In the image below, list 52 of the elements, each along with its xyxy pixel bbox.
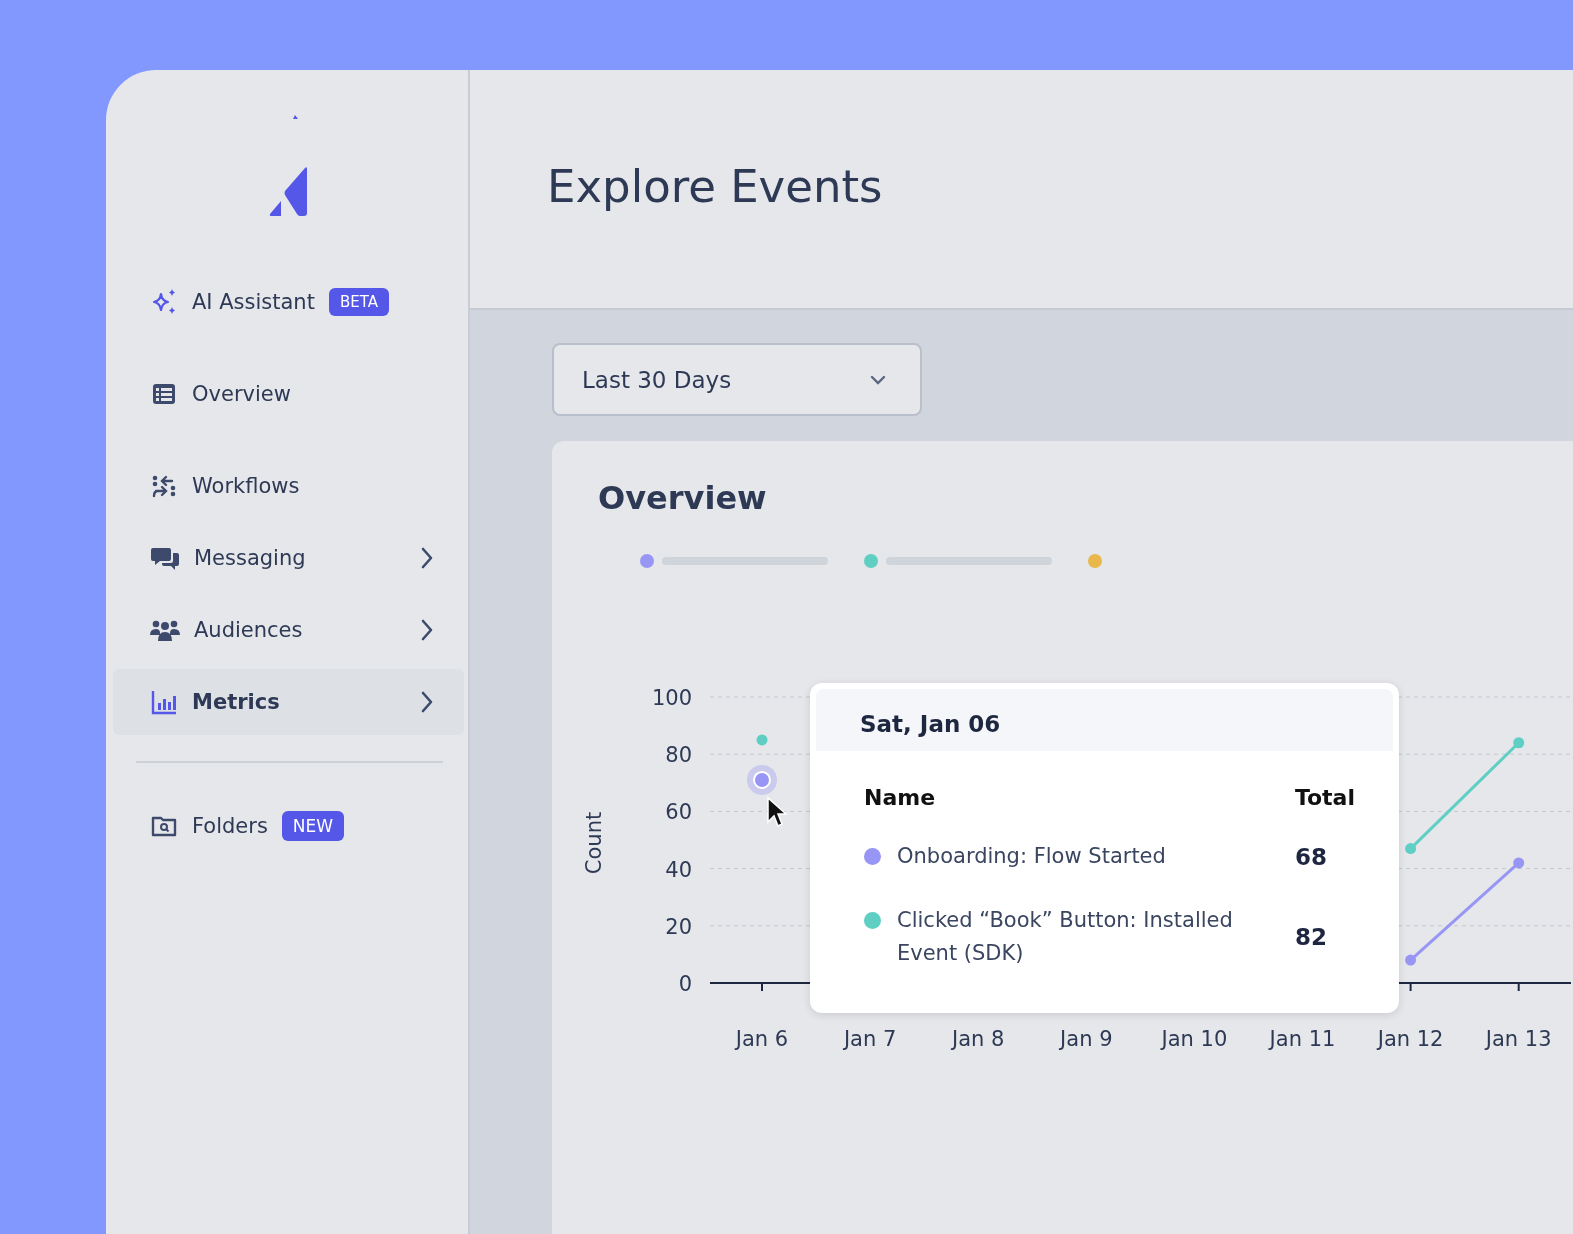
y-tick-label: 100	[651, 686, 692, 710]
x-tick-label: Jan 6	[735, 1027, 789, 1051]
nav-label: Folders	[192, 814, 268, 838]
x-tick-label: Jan 7	[843, 1027, 897, 1051]
series-total: 82	[1294, 924, 1328, 951]
nav-label: Workflows	[192, 474, 300, 498]
x-tick-label: Jan 13	[1485, 1027, 1552, 1051]
column-header: Name	[864, 785, 937, 810]
data-point	[1513, 857, 1525, 869]
highlighted-point	[747, 764, 777, 795]
nav-label: Overview	[192, 382, 291, 406]
series-total: 68	[1294, 843, 1328, 870]
data-point	[1513, 737, 1525, 749]
x-tick-label: Jan 10	[1161, 1027, 1228, 1051]
nav-item[interactable]: Metrics	[113, 669, 464, 735]
y-tick-label: 40	[665, 857, 692, 882]
nav-item[interactable]: Folders NEW	[113, 793, 464, 859]
nav-item[interactable]: AI Assistant BETA	[113, 269, 464, 335]
column-header: Total	[1294, 785, 1355, 810]
logo-icon	[267, 115, 309, 217]
nav-label: Metrics	[192, 690, 280, 714]
nav-label: AI Assistant	[192, 290, 315, 314]
x-tick-label: Jan 11	[1269, 1027, 1336, 1051]
card-title: Overview	[598, 479, 768, 517]
mouse-cursor-icon	[767, 796, 788, 827]
x-tick-label: Jan 12	[1377, 1027, 1444, 1051]
date-range-dropdown[interactable]: Last 30 Days	[552, 343, 922, 416]
data-point	[1405, 954, 1417, 966]
y-tick-label: 60	[665, 800, 692, 825]
new-badge: NEW	[281, 811, 345, 841]
y-tick-label: 0	[678, 972, 692, 996]
series-name: Onboarding: Flow Started	[897, 843, 1166, 870]
x-tick-label: Jan 8	[952, 1027, 1005, 1051]
nav-label: Messaging	[194, 546, 306, 570]
y-tick-label: 20	[665, 914, 692, 939]
nav-label: Audiences	[194, 618, 303, 642]
y-axis-label: Count	[582, 811, 606, 875]
beta-badge: BETA	[328, 288, 389, 316]
nav-item[interactable]: Messaging	[113, 525, 464, 591]
x-tick-label: Jan 9	[1060, 1027, 1113, 1051]
page-title: Explore Events	[547, 159, 883, 213]
sparkle-icon	[150, 288, 178, 316]
chevron-down-icon	[870, 374, 886, 385]
series-name: Clicked “Book” Button: Installed Event (SDK)	[897, 906, 1234, 968]
bar-chart-icon	[150, 688, 178, 716]
tooltip-header: Sat, Jan 06	[816, 689, 1393, 751]
y-tick-label: 80	[665, 743, 692, 768]
nav-item[interactable]: Overview	[113, 361, 464, 427]
nav-item[interactable]: Audiences	[113, 597, 464, 663]
data-point	[756, 734, 768, 746]
data-point	[1405, 843, 1417, 855]
nav-item[interactable]: Workflows	[113, 453, 464, 519]
